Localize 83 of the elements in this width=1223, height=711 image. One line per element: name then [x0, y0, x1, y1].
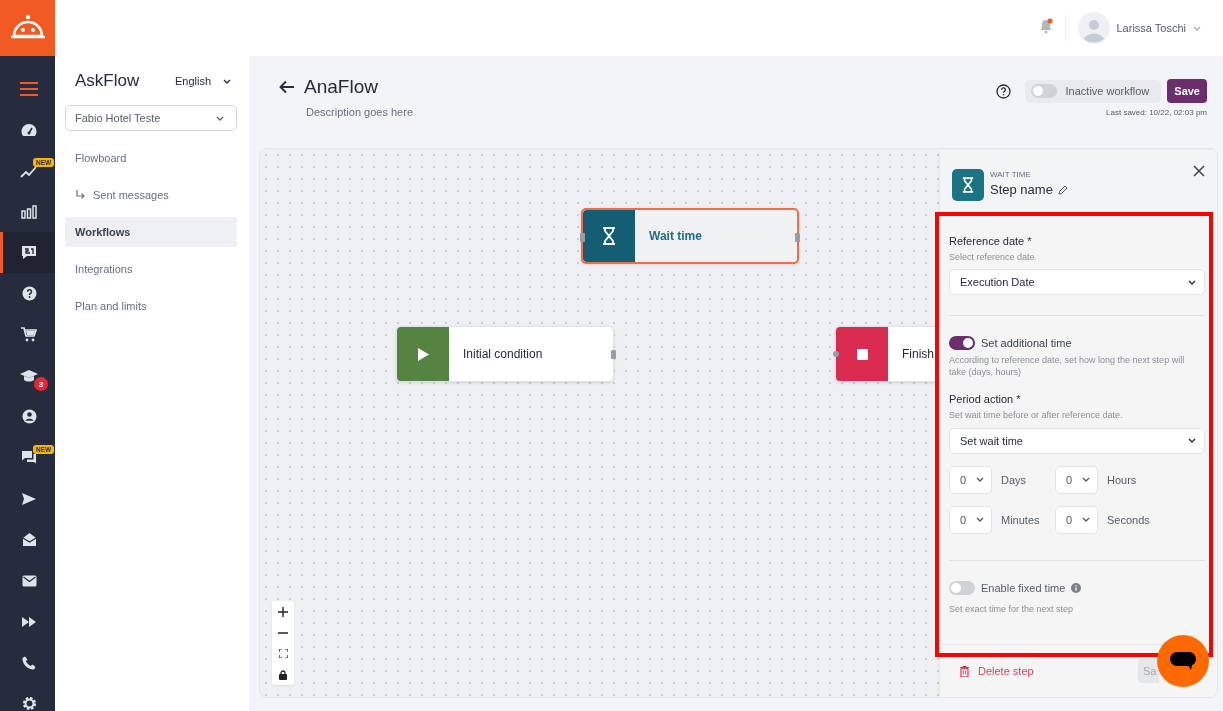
bar-chart-icon: [21, 204, 37, 219]
period-action-select[interactable]: Set wait time: [949, 427, 1205, 454]
sidebar-item[interactable]: Flowboard: [65, 143, 237, 173]
chevron-down-icon: [976, 517, 984, 523]
chevron-down-icon: [1082, 517, 1090, 523]
chat-icon: [1169, 650, 1197, 672]
count-badge: 3: [34, 377, 48, 391]
last-saved-text: Last saved: 10/22, 02:03 pm: [1106, 108, 1207, 117]
sidebar-item[interactable]: Integrations: [65, 254, 237, 284]
send-icon: [21, 491, 37, 506]
toggle-label: Set additional time: [981, 337, 1072, 350]
help-icon[interactable]: [995, 83, 1011, 99]
step-name: Step name: [990, 182, 1053, 197]
chat-launcher-button[interactable]: [1157, 635, 1209, 687]
sidebar-subitem[interactable]: Sent messages: [65, 180, 237, 210]
save-button[interactable]: Save: [1167, 79, 1207, 103]
play-icon: [417, 347, 429, 361]
chat-icon: [21, 245, 37, 260]
toggle-switch[interactable]: [949, 580, 975, 595]
back-arrow-icon[interactable]: [279, 80, 295, 94]
field-hint: Set wait time before or after reference date.: [949, 409, 1124, 422]
nav-rail-item[interactable]: 3: [0, 355, 55, 396]
help-icon: [21, 286, 37, 301]
chevron-down-icon: [1188, 438, 1196, 444]
open-envelope-icon: [21, 532, 37, 547]
toggle-label: Enable fixed time: [981, 581, 1066, 594]
chevron-down-icon: [1188, 279, 1196, 285]
envelope-icon: [21, 574, 37, 587]
chevron-down-icon: [1193, 25, 1201, 31]
workflow-status-toggle[interactable]: Inactive workflow: [1024, 79, 1162, 103]
workflow-title: AnaFlow: [304, 76, 378, 98]
chevron-down-icon: [1082, 477, 1090, 483]
flow-node[interactable]: Finish: [835, 326, 942, 382]
user-menu[interactable]: Larissa Toschi: [1077, 12, 1201, 44]
menu-icon: [20, 81, 38, 96]
duration-select[interactable]: 0: [1055, 505, 1098, 534]
app-title: AskFlow: [75, 71, 140, 91]
duration-unit: Minutes: [1001, 513, 1040, 526]
duration-unit: Seconds: [1107, 513, 1150, 526]
duration-select[interactable]: 0: [949, 505, 992, 534]
delete-step-button[interactable]: Delete step: [960, 665, 1034, 677]
reference-date-select[interactable]: Execution Date: [949, 269, 1205, 296]
nav-rail-item[interactable]: [0, 232, 55, 273]
duration-select[interactable]: 0: [949, 465, 992, 494]
user-icon: [21, 409, 37, 424]
gauge-icon: [21, 122, 37, 137]
avatar-icon: [1077, 12, 1110, 44]
duration-unit: Days: [1001, 473, 1027, 486]
field-label: Reference date *: [949, 235, 1033, 247]
field-hint: Set exact time for the next step: [949, 602, 1075, 615]
close-icon[interactable]: [1193, 165, 1205, 177]
flow-node[interactable]: Initial condition: [396, 326, 614, 382]
pencil-icon[interactable]: [1057, 184, 1068, 195]
hourglass-icon: [602, 227, 616, 245]
field-label: Period action *: [949, 393, 1022, 406]
settings-icon: [21, 696, 37, 711]
logo-icon[interactable]: [0, 0, 55, 56]
duration-unit: Hours: [1107, 473, 1137, 486]
stop-icon: [856, 348, 868, 360]
cart-icon: [21, 327, 37, 342]
chevron-down-icon: [223, 78, 231, 84]
workflow-description: Description goes here: [306, 106, 413, 118]
property-select[interactable]: Fabio Hotel Teste: [65, 105, 237, 131]
language-select[interactable]: English: [174, 75, 231, 87]
chat-bubbles-icon: [20, 450, 38, 465]
duration-select[interactable]: 0: [1055, 465, 1098, 494]
sidebar-item[interactable]: Plan and limits: [65, 291, 237, 321]
fast-forward-icon: [22, 616, 36, 627]
graduation-cap-icon: [20, 368, 38, 383]
hourglass-icon: [952, 169, 984, 201]
trash-icon: [960, 665, 969, 677]
field-hint: According to reference date, set how long the next step will take (days, hours): [949, 354, 1186, 379]
phone-icon: [22, 655, 36, 670]
sidebar-item[interactable]: Workflows: [65, 217, 237, 247]
toggle-switch[interactable]: [1030, 84, 1057, 98]
chevron-down-icon: [976, 477, 984, 483]
connection-port[interactable]: [833, 351, 839, 357]
step-type-label: WAIT TIME: [990, 170, 1032, 179]
toggle-switch[interactable]: [949, 336, 975, 351]
info-icon[interactable]: [1071, 582, 1082, 593]
chevron-down-icon: [216, 115, 224, 121]
sub-arrow-icon: [75, 190, 85, 200]
field-hint: Select reference date: [949, 251, 1036, 264]
